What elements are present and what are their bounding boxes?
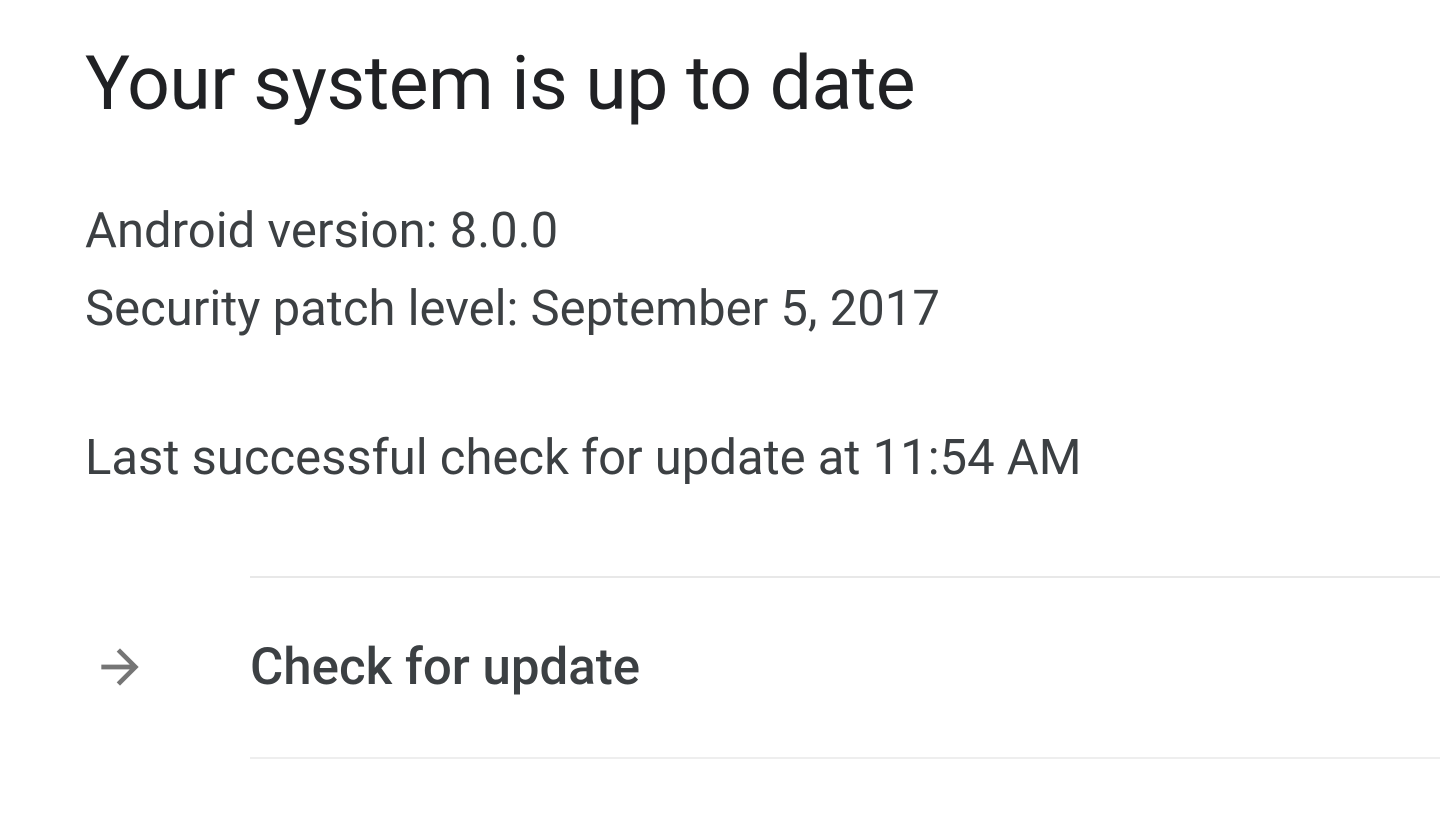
last-check-text: Last successful check for update at 11:5… [85,429,1440,486]
check-for-update-label: Check for update [250,638,640,697]
security-patch-text: Security patch level: September 5, 2017 [85,270,1440,348]
system-info-block: Android version: 8.0.0 Security patch le… [85,192,1440,349]
system-update-panel: Your system is up to date Android versio… [0,0,1440,759]
android-version-text: Android version: 8.0.0 [85,192,1440,270]
check-for-update-button[interactable]: Check for update [250,576,1440,759]
arrow-right-icon [92,639,148,695]
page-title: Your system is up to date [85,38,1440,132]
